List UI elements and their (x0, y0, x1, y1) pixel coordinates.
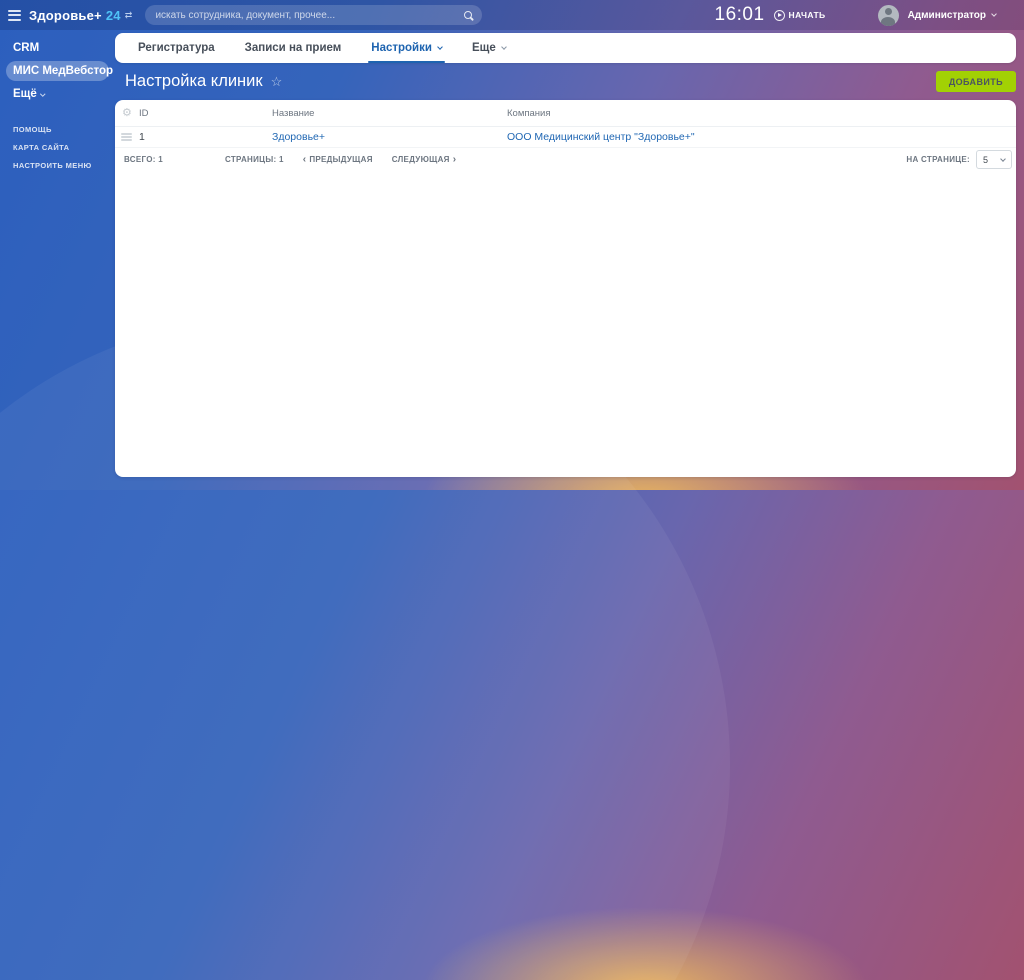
clock-time[interactable]: 16:01 (715, 4, 765, 26)
app-body: CRM МИС МедВебстор Ещё ПОМОЩЬ КАРТА САЙТ… (0, 30, 1024, 490)
logo-suffix: 24 (105, 7, 121, 23)
chevron-right-icon: › (452, 153, 457, 165)
clinics-grid-panel: ⚙ ID Название Компания 1 Здоровье+ ООО М… (115, 100, 1016, 477)
column-header-company[interactable]: Компания (507, 108, 1006, 119)
sidebar-more-label: Ещё (13, 88, 37, 100)
tab-registratura[interactable]: Регистратура (123, 33, 230, 63)
tab-more[interactable]: Еще (457, 33, 521, 63)
cell-id: 1 (139, 131, 145, 143)
hamburger-menu-icon[interactable] (8, 9, 21, 21)
tab-label: Регистратура (138, 42, 215, 54)
tab-zapisi-na-priem[interactable]: Записи на прием (230, 33, 357, 63)
sidebar-link-help[interactable]: ПОМОЩЬ (0, 120, 115, 138)
avatar (877, 4, 899, 26)
start-workday-button[interactable]: НАЧАТЬ (773, 9, 826, 21)
total-count: ВСЕГО: 1 (124, 155, 163, 164)
tab-label: Настройки (371, 42, 432, 54)
next-label: СЛЕДУЮЩАЯ (391, 155, 450, 164)
column-header-name[interactable]: Название (272, 108, 507, 119)
tab-label: Записи на прием (244, 42, 342, 54)
tab-label: Еще (471, 42, 496, 54)
chevron-left-icon: ‹ (302, 153, 307, 165)
top-bar: Здоровье+ 24 ⇄ 16:01 НАЧАТЬ Администрато… (0, 0, 1024, 30)
cell-company-link[interactable]: ООО Медицинский центр "Здоровье+" (507, 131, 1006, 143)
add-button[interactable]: ДОБАВИТЬ (935, 71, 1016, 92)
previous-page-button[interactable]: ‹ ПРЕДЫДУЩАЯ (302, 153, 373, 165)
user-name: Администратор (907, 9, 986, 21)
per-page-select[interactable]: 5 (976, 150, 1012, 169)
sidebar-item-crm[interactable]: CRM (6, 38, 46, 58)
previous-label: ПРЕДЫДУЩАЯ (309, 155, 373, 164)
sidebar-link-sitemap[interactable]: КАРТА САЙТА (0, 138, 115, 156)
table-row: 1 Здоровье+ ООО Медицинский центр "Здоро… (115, 127, 1016, 148)
sidebar-item-more[interactable]: Ещё (6, 84, 51, 104)
section-tabs: Регистратура Записи на прием Настройки Е… (115, 33, 1016, 63)
app-logo: Здоровье+ 24 ⇄ (29, 8, 132, 23)
pagination-bar: ВСЕГО: 1 СТРАНИЦЫ: 1 ‹ ПРЕДЫДУЩАЯ СЛЕДУЮЩ… (115, 148, 1016, 171)
logo-text: Здоровье+ (29, 7, 102, 23)
chevron-down-icon (500, 44, 507, 50)
user-menu[interactable]: Администратор (877, 4, 997, 26)
chevron-down-icon (991, 11, 997, 17)
next-page-button[interactable]: СЛЕДУЮЩАЯ › (391, 153, 457, 165)
sidebar: CRM МИС МедВебстор Ещё ПОМОЩЬ КАРТА САЙТ… (0, 30, 115, 490)
total-label: ВСЕГО: (124, 155, 156, 164)
pages-value: 1 (278, 155, 284, 164)
chevron-down-icon (437, 44, 443, 50)
sidebar-link-configure-menu[interactable]: НАСТРОИТЬ МЕНЮ (0, 156, 115, 174)
play-icon (773, 9, 785, 21)
per-page-value: 5 (983, 154, 989, 165)
cell-name-link[interactable]: Здоровье+ (272, 131, 507, 143)
sidebar-item-mis-medvebstor[interactable]: МИС МедВебстор (6, 61, 113, 81)
grid-header-row: ⚙ ID Название Компания (115, 100, 1016, 127)
pages-label: СТРАНИЦЫ: (224, 155, 277, 164)
total-value: 1 (158, 155, 163, 164)
tab-nastroyki[interactable]: Настройки (356, 33, 457, 63)
global-search[interactable] (145, 5, 483, 25)
chevron-down-icon (1000, 155, 1006, 162)
grid-settings-gear-icon[interactable]: ⚙ (119, 107, 139, 119)
per-page-label: НА СТРАНИЦЕ: (906, 155, 970, 164)
pages-count: СТРАНИЦЫ: 1 (225, 155, 284, 164)
logo-edit-icon[interactable]: ⇄ (125, 10, 133, 21)
page-header: Настройка клиник ☆ ДОБАВИТЬ (115, 63, 1016, 100)
row-drag-handle-icon[interactable] (121, 133, 132, 141)
start-label: НАЧАТЬ (788, 10, 826, 20)
favorite-star-icon[interactable]: ☆ (271, 74, 283, 90)
column-header-id[interactable]: ID (139, 108, 272, 119)
search-input[interactable] (155, 9, 465, 21)
sidebar-footer: ПОМОЩЬ КАРТА САЙТА НАСТРОИТЬ МЕНЮ (0, 120, 115, 174)
chevron-down-icon (40, 90, 46, 96)
search-icon (464, 11, 473, 19)
main-area: Регистратура Записи на прием Настройки Е… (115, 30, 1016, 490)
page-title: Настройка клиник (125, 72, 263, 90)
